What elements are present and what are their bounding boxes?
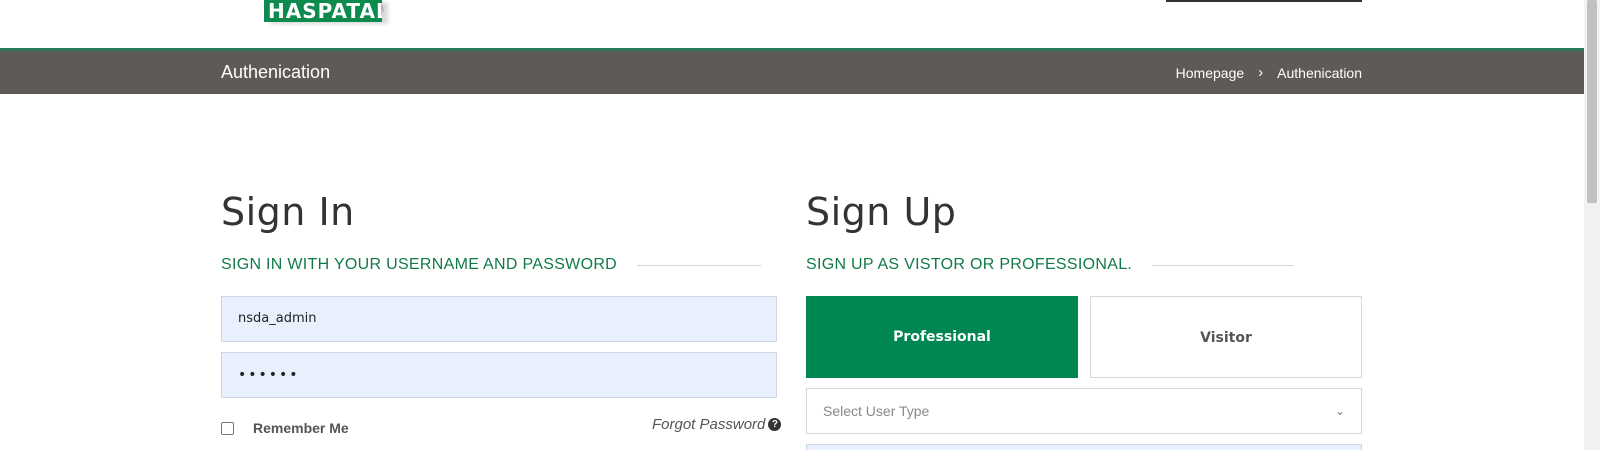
sign-up-subheading-divider bbox=[1152, 264, 1295, 266]
sign-up-next-input[interactable] bbox=[806, 444, 1362, 450]
username-input[interactable]: nsda_admin bbox=[221, 296, 777, 342]
site-logo[interactable]: HASPATAL bbox=[264, 0, 382, 22]
sign-in-section: Sign In SIGN IN WITH YOUR USERNAME AND P… bbox=[221, 190, 777, 274]
password-input[interactable]: •••••• bbox=[221, 352, 777, 398]
sign-up-section: Sign Up SIGN UP AS VISTOR OR PROFESSIONA… bbox=[806, 190, 1362, 274]
site-header: HASPATAL ⚕ bbox=[0, 0, 1584, 48]
user-type-placeholder: Select User Type bbox=[823, 403, 930, 419]
question-circle-icon: ? bbox=[768, 418, 782, 431]
forgot-password-link[interactable]: Forgot Password ? bbox=[652, 416, 782, 433]
forgot-password-label[interactable]: Forgot Password bbox=[652, 416, 765, 433]
chevron-down-icon: ⌄ bbox=[1334, 404, 1345, 418]
sign-in-subheading-divider bbox=[637, 264, 762, 266]
sign-up-subheading: SIGN UP AS VISTOR OR PROFESSIONAL. bbox=[806, 256, 1133, 273]
page-title-bar: Authenication Homepage › Authenication bbox=[0, 48, 1584, 94]
breadcrumb-home-link[interactable]: Homepage bbox=[1176, 65, 1245, 81]
breadcrumb-separator-icon: › bbox=[1258, 64, 1264, 81]
remember-me-checkbox[interactable] bbox=[221, 421, 234, 435]
sign-in-subheading-row: SIGN IN WITH YOUR USERNAME AND PASSWORD bbox=[221, 256, 777, 274]
page-title: Authenication bbox=[221, 62, 331, 82]
user-type-select[interactable]: Select User Type ⌄ bbox=[806, 388, 1362, 434]
remember-me: Remember Me bbox=[221, 420, 349, 436]
sign-up-subheading-row: SIGN UP AS VISTOR OR PROFESSIONAL. bbox=[806, 256, 1362, 274]
sign-in-subheading: SIGN IN WITH YOUR USERNAME AND PASSWORD bbox=[221, 256, 618, 273]
professional-button[interactable]: Professional bbox=[806, 296, 1078, 378]
header-nav-underline bbox=[1166, 0, 1362, 2]
breadcrumb-current: Authenication bbox=[1277, 64, 1362, 81]
visitor-button[interactable]: Visitor bbox=[1090, 296, 1362, 378]
remember-me-label[interactable]: Remember Me bbox=[253, 420, 349, 436]
scrollbar-thumb[interactable] bbox=[1587, 0, 1597, 203]
sign-in-heading: Sign In bbox=[221, 190, 355, 234]
sign-up-heading: Sign Up bbox=[806, 190, 957, 234]
vertical-scrollbar[interactable] bbox=[1584, 0, 1600, 450]
breadcrumb: Homepage › Authenication bbox=[1176, 64, 1362, 81]
logo-caduceus-icon: ⚕ bbox=[380, 4, 386, 15]
page: HASPATAL ⚕ Authenication Homepage › Auth… bbox=[0, 0, 1600, 450]
